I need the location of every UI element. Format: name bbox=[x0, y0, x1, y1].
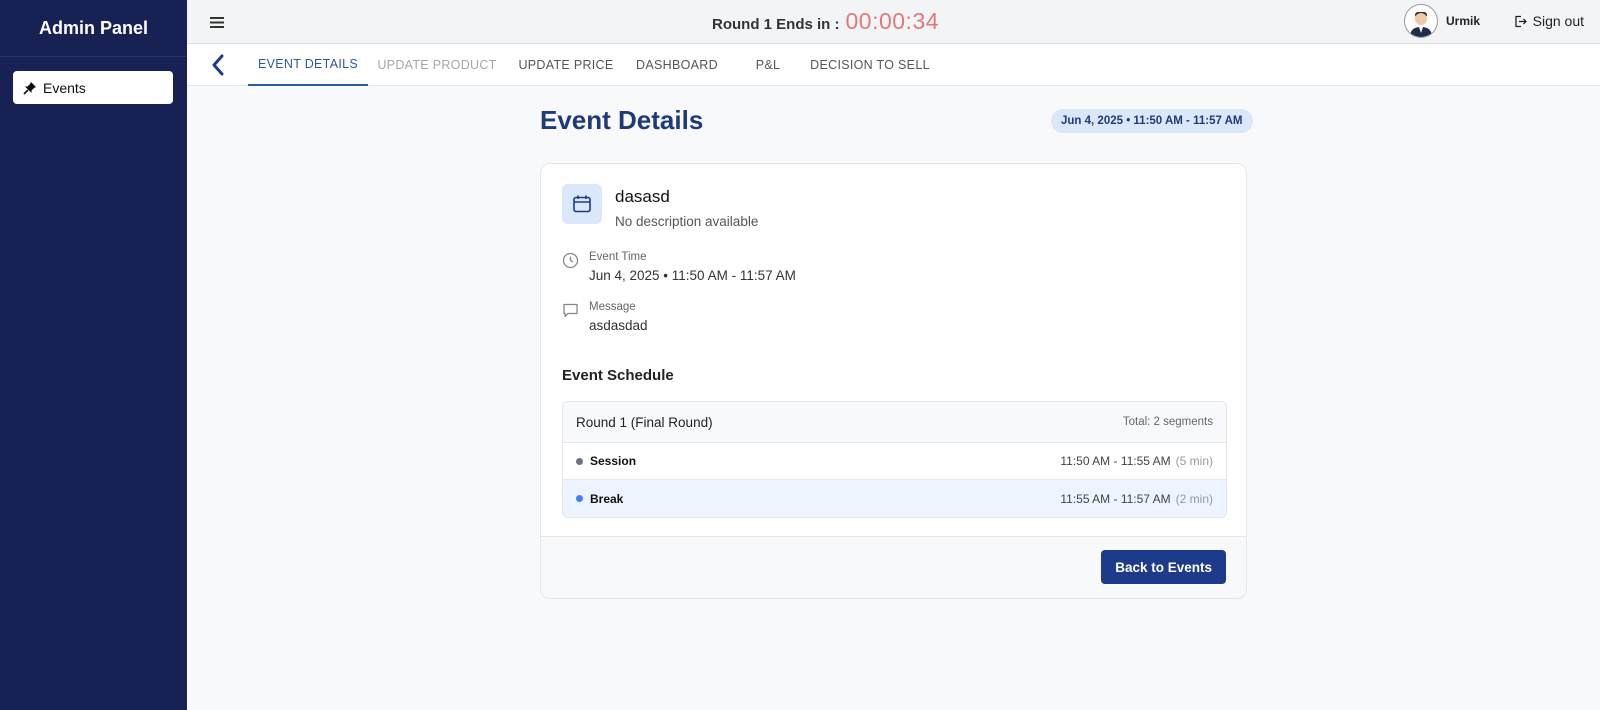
event-time-label: Event Time bbox=[589, 251, 647, 263]
schedule-table: Round 1 (Final Round) Total: 2 segments … bbox=[562, 401, 1227, 518]
calendar-icon bbox=[562, 184, 602, 224]
signout-button[interactable]: Sign out bbox=[1514, 13, 1584, 29]
card-footer: Back to Events bbox=[541, 536, 1246, 598]
round-label: Round 1 Ends in : bbox=[712, 16, 840, 33]
event-card: dasasd No description available Event Ti… bbox=[540, 163, 1247, 599]
pin-icon bbox=[23, 81, 37, 95]
schedule-row: Session 11:50 AM - 11:55 AM (5 min) bbox=[563, 443, 1226, 480]
sidebar-title: Admin Panel bbox=[0, 0, 187, 57]
page-title: Event Details bbox=[540, 105, 704, 135]
segment-name: Break bbox=[590, 491, 624, 506]
hamburger-menu-icon[interactable] bbox=[207, 12, 227, 32]
event-time-value: Jun 4, 2025 • 11:50 AM - 11:57 AM bbox=[589, 268, 796, 283]
message-value: asdasdad bbox=[589, 318, 648, 333]
tab-bar: EVENT DETAILS UPDATE PRODUCT UPDATE PRIC… bbox=[187, 44, 1600, 86]
back-to-events-button[interactable]: Back to Events bbox=[1101, 550, 1226, 584]
back-chevron-icon[interactable] bbox=[207, 53, 231, 77]
schedule-section-title: Event Schedule bbox=[562, 367, 674, 384]
message-row: Message asdasdad bbox=[562, 301, 648, 333]
schedule-header: Round 1 (Final Round) Total: 2 segments bbox=[563, 402, 1226, 443]
segment-total: Total: 2 segments bbox=[1122, 416, 1213, 428]
segment-duration: (5 min) bbox=[1175, 454, 1213, 468]
sidebar: Admin Panel Events bbox=[0, 0, 187, 710]
message-label: Message bbox=[589, 301, 636, 313]
top-header: Round 1 Ends in : 00:00:34 Urmik Sign ou… bbox=[187, 0, 1600, 44]
date-badge: Jun 4, 2025 • 11:50 AM - 11:57 AM bbox=[1051, 109, 1253, 133]
sidebar-item-label: Events bbox=[43, 79, 86, 96]
logout-icon bbox=[1514, 15, 1527, 28]
tab-event-details[interactable]: EVENT DETAILS bbox=[248, 44, 368, 86]
schedule-row: Break 11:55 AM - 11:57 AM (2 min) bbox=[563, 480, 1226, 517]
event-name: dasasd bbox=[615, 187, 670, 206]
tab-dashboard[interactable]: DASHBOARD bbox=[632, 44, 722, 86]
round-timer: Round 1 Ends in : 00:00:34 bbox=[712, 8, 939, 35]
tab-pnl[interactable]: P&L bbox=[732, 44, 804, 86]
segment-name: Session bbox=[590, 454, 637, 468]
sidebar-item-events[interactable]: Events bbox=[13, 71, 173, 104]
segment-duration: (2 min) bbox=[1175, 491, 1213, 506]
user-name: Urmik bbox=[1445, 14, 1480, 28]
status-dot-icon bbox=[576, 495, 583, 502]
segment-time: 11:50 AM - 11:55 AM bbox=[1060, 454, 1171, 468]
avatar bbox=[1403, 4, 1438, 38]
event-time-row: Event Time Jun 4, 2025 • 11:50 AM - 11:5… bbox=[562, 251, 796, 283]
round-title: Round 1 (Final Round) bbox=[576, 414, 713, 430]
tab-update-product[interactable]: UPDATE PRODUCT bbox=[374, 44, 500, 86]
signout-label: Sign out bbox=[1532, 13, 1584, 29]
tab-decision-to-sell[interactable]: DECISION TO SELL bbox=[807, 44, 933, 86]
tab-update-price[interactable]: UPDATE PRICE bbox=[511, 44, 621, 86]
round-countdown: 00:00:34 bbox=[845, 8, 940, 34]
segment-time: 11:55 AM - 11:57 AM bbox=[1060, 491, 1171, 506]
status-dot-icon bbox=[576, 457, 583, 465]
message-icon bbox=[562, 302, 580, 320]
clock-icon bbox=[562, 252, 580, 270]
event-description: No description available bbox=[615, 214, 759, 229]
user-menu[interactable]: Urmik bbox=[1403, 4, 1480, 38]
